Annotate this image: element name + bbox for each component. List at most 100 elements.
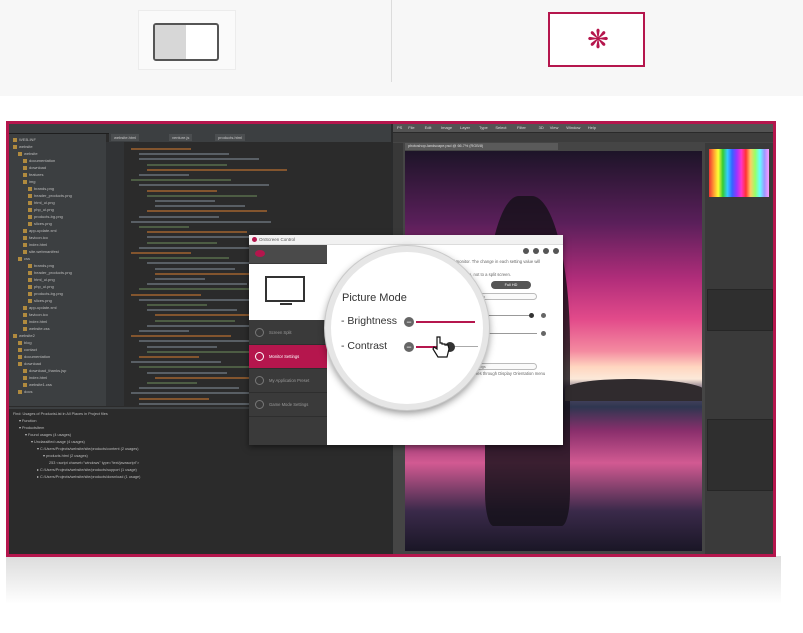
ps-menu-item[interactable]: File	[408, 124, 414, 132]
tree-item-label: index.html	[29, 242, 48, 247]
code-line	[131, 335, 231, 338]
project-tree-item[interactable]: favicon.ico	[23, 311, 48, 318]
adjustments-panel[interactable]	[707, 419, 773, 491]
project-tree-item[interactable]: app-update.xml	[23, 227, 57, 234]
project-tree-item[interactable]: WEB-INF	[13, 136, 36, 143]
find-result-line[interactable]: ▸ C:/Users/Projects/website/site/product…	[37, 467, 137, 473]
tree-item-label: site.webmanifest	[29, 249, 59, 254]
monitor-card[interactable]	[249, 264, 327, 320]
layers-panel[interactable]	[707, 289, 773, 331]
ide-tab[interactable]: website.html	[111, 134, 140, 141]
osc-sidebar-header	[249, 245, 327, 263]
help-icon[interactable]	[533, 248, 539, 254]
project-tree-item[interactable]: index.html	[23, 241, 47, 248]
nav-monitor-settings[interactable]: Monitor Settings	[249, 345, 327, 369]
project-tree-item[interactable]: php_ui.png	[28, 206, 54, 213]
minimize-icon[interactable]	[543, 248, 549, 254]
project-tree-item[interactable]: website	[13, 143, 33, 150]
project-tree-item[interactable]: site.webmanifest	[23, 248, 59, 255]
contrast-plus-button[interactable]	[541, 331, 546, 336]
code-line	[139, 356, 199, 358]
project-tree-item[interactable]: products-bg.png	[28, 213, 63, 220]
ps-menu-item[interactable]: Select	[495, 124, 506, 132]
brightness-slider-knob[interactable]	[529, 313, 534, 318]
contrast-minus-button[interactable]: −	[404, 342, 414, 352]
ps-menu-item[interactable]: Filter	[517, 124, 526, 132]
project-tree-item[interactable]: documentation	[18, 353, 50, 360]
tree-item-label: website	[24, 151, 38, 156]
find-result-line[interactable]: ▾ products.html (2 usages)	[43, 453, 88, 459]
project-tree-item[interactable]: index.html	[23, 374, 47, 381]
project-tree-item[interactable]: contact	[18, 346, 37, 353]
project-tree-item[interactable]: website2	[13, 332, 35, 339]
ide-tab-bar: website.html venture.js products.html	[109, 133, 391, 142]
brightness-minus-button[interactable]: −	[404, 317, 414, 327]
project-tree-item[interactable]: app-update.xml	[23, 304, 57, 311]
ide-tab[interactable]: products.html	[215, 134, 246, 141]
tree-item-label: docs	[24, 389, 33, 394]
project-tree-item[interactable]: brands.png	[28, 185, 54, 192]
mode-selector-strip	[0, 0, 803, 96]
split-screen-mode-button[interactable]	[138, 10, 236, 70]
full-hd-button[interactable]: Full HD	[491, 281, 531, 289]
find-result-line[interactable]: ▾ Unclassified usage (4 usages)	[31, 439, 85, 445]
project-tree-item[interactable]: brands.png	[28, 262, 54, 269]
project-tree-item[interactable]: css	[18, 255, 30, 262]
ps-menu-item[interactable]: Image	[441, 124, 452, 132]
ps-menu-item[interactable]: PS	[397, 124, 402, 132]
brightness-plus-button[interactable]	[541, 313, 546, 318]
project-tree-item[interactable]: documentation	[23, 157, 55, 164]
find-result-line[interactable]: 253 <script charset="windows" type="text…	[49, 460, 139, 466]
project-tree-item[interactable]: php_ui.png	[28, 283, 54, 290]
find-result-line[interactable]: ▾ Function	[19, 418, 37, 424]
find-result-line[interactable]: ▾ ProductsItem	[19, 425, 44, 431]
screen-mode-button[interactable]: ❋	[548, 12, 645, 67]
project-tree-item[interactable]: products-bg.png	[28, 290, 63, 297]
close-icon[interactable]	[553, 248, 559, 254]
nav-game-mode-settings[interactable]: Game Mode Settings	[249, 393, 327, 417]
project-tree-item[interactable]: website.css	[23, 325, 50, 332]
nav-my-application-preset[interactable]: My Application Preset	[249, 369, 327, 393]
refresh-icon[interactable]	[523, 248, 529, 254]
folder-icon	[28, 263, 32, 268]
find-result-line[interactable]: ▾ Found usages (4 usages)	[25, 432, 71, 438]
ps-menu-item[interactable]: Window	[566, 124, 580, 132]
project-tree-item[interactable]: favicon.ico	[23, 234, 48, 241]
find-result-line[interactable]: Find: Usages of ProductsList in All Plac…	[13, 411, 108, 417]
project-tree-item[interactable]: img	[23, 178, 35, 185]
brightness-slider-fill[interactable]	[416, 321, 475, 323]
ps-menu-item[interactable]: Type	[479, 124, 488, 132]
swatches-panel[interactable]	[709, 149, 769, 197]
project-tree-item[interactable]: slices.png	[28, 220, 52, 227]
ps-menu-item[interactable]: View	[550, 124, 559, 132]
ps-menu-item[interactable]: Layer	[460, 124, 470, 132]
code-line	[139, 246, 249, 249]
find-result-line[interactable]: ▾ C:/Users/Projects/website/site/product…	[37, 446, 139, 452]
folder-icon	[23, 319, 27, 324]
project-tree-item[interactable]: header_products.png	[28, 192, 72, 199]
project-tree-item[interactable]: html_ui.png	[28, 199, 55, 206]
project-tree-item[interactable]: slices.png	[28, 297, 52, 304]
folder-icon	[28, 277, 32, 282]
ps-menu-item[interactable]: 3D	[539, 124, 544, 132]
code-line	[139, 174, 189, 176]
project-tree-item[interactable]: docs	[18, 388, 32, 395]
project-tree-item[interactable]: website	[18, 150, 38, 157]
project-tree-item[interactable]: header_products.png	[28, 269, 72, 276]
project-tree-item[interactable]: download_thanks.jsp	[23, 367, 66, 374]
find-result-line[interactable]: ▸ C:/Users/Projects/website/site/product…	[37, 474, 140, 480]
ps-menu-item[interactable]: Edit	[425, 124, 432, 132]
nav-screen-split[interactable]: Screen Split	[249, 321, 327, 345]
project-tree-item[interactable]: index.html	[23, 318, 47, 325]
ps-document-tab[interactable]: photoshop-landscape.psd @ 66.7% (RGB/8)	[405, 143, 558, 150]
nav-label: My Application Preset	[269, 378, 310, 383]
project-tree-item[interactable]: blog	[18, 339, 32, 346]
project-tree-item[interactable]: download	[23, 164, 46, 171]
ide-tab[interactable]: venture.js	[169, 134, 193, 141]
project-tree-item[interactable]: features	[23, 171, 43, 178]
project-tree-item[interactable]: website1.css	[23, 381, 52, 388]
ps-menu-item[interactable]: Help	[588, 124, 596, 132]
folder-icon	[18, 256, 22, 261]
project-tree-item[interactable]: html_ui.png	[28, 276, 55, 283]
project-tree-item[interactable]: download	[18, 360, 41, 367]
